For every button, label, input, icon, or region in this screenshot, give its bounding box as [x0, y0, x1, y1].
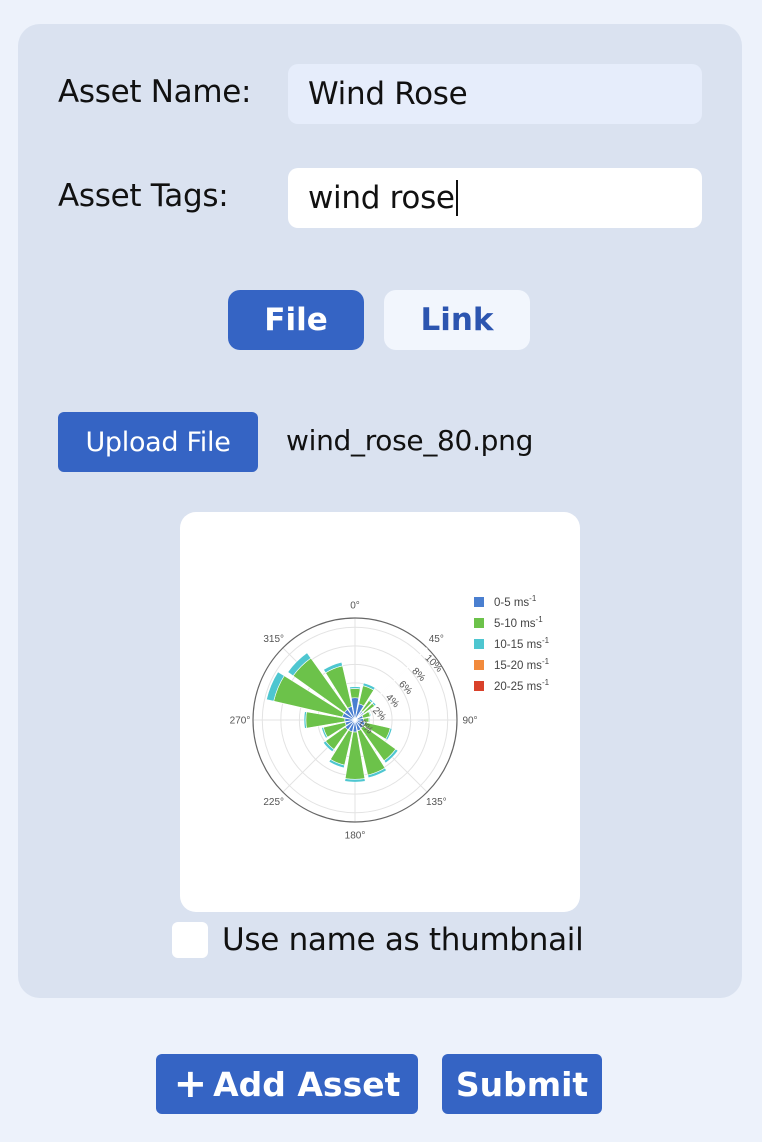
legend-label: 20-25 ms-1: [494, 678, 550, 693]
asset-name-value: Wind Rose: [308, 76, 468, 112]
wind-rose-bar: [349, 686, 361, 690]
link-toggle-button[interactable]: Link: [384, 290, 530, 350]
add-asset-button[interactable]: + Add Asset: [156, 1054, 418, 1114]
use-name-thumbnail-checkbox[interactable]: [172, 922, 208, 958]
use-name-thumbnail-label: Use name as thumbnail: [222, 922, 584, 958]
upload-file-button[interactable]: Upload File: [58, 412, 258, 472]
legend-swatch: [474, 597, 484, 607]
asset-form-card: Asset Name: Wind Rose Asset Tags: wind r…: [18, 24, 742, 998]
legend-label: 10-15 ms-1: [494, 636, 550, 651]
legend-label: 15-20 ms-1: [494, 657, 550, 672]
submit-button[interactable]: Submit: [442, 1054, 602, 1114]
legend-label: 5-10 ms-1: [494, 615, 543, 630]
radial-tick-label: 6%: [396, 679, 414, 697]
asset-tags-value: wind rose: [308, 180, 455, 216]
wind-rose-bar: [344, 778, 366, 783]
radial-tick-label: 2%: [370, 705, 388, 723]
angle-tick-label: 270°: [230, 716, 251, 727]
angle-tick-label: 135°: [426, 797, 447, 808]
wind-rose-bar: [303, 711, 307, 729]
image-preview: 0% 2% 4% 6% 8% 10% 0° 45° 90° 135° 180° 225° 270° 315…: [180, 512, 580, 912]
legend-swatch: [474, 681, 484, 691]
legend-swatch: [474, 639, 484, 649]
angle-tick-label: 0°: [350, 601, 360, 612]
angle-tick-label: 225°: [263, 797, 284, 808]
legend-swatch: [474, 618, 484, 628]
text-caret: [455, 180, 458, 216]
asset-name-input[interactable]: Wind Rose: [288, 64, 702, 124]
legend-swatch: [474, 660, 484, 670]
angle-tick-label: 90°: [462, 716, 477, 727]
add-asset-label: Add Asset: [213, 1064, 401, 1104]
radial-tick-label: 8%: [409, 666, 427, 684]
file-toggle-button[interactable]: File: [228, 290, 364, 350]
legend-label: 0-5 ms-1: [494, 594, 537, 609]
radial-tick-label: 4%: [383, 692, 401, 710]
asset-tags-label: Asset Tags:: [58, 178, 229, 214]
angle-tick-label: 315°: [263, 634, 284, 645]
wind-rose-chart: 0%2%4%6%8%10%0°45°90°135°180°225°270°315…: [230, 594, 550, 842]
asset-name-label: Asset Name:: [58, 74, 252, 110]
radial-tick-label: 10%: [422, 653, 444, 675]
plus-icon: +: [173, 1061, 208, 1107]
wind-rose-bar: [349, 688, 361, 699]
uploaded-file-name: wind_rose_80.png: [286, 424, 534, 457]
asset-tags-input[interactable]: wind rose: [288, 168, 702, 228]
angle-tick-label: 180°: [345, 831, 366, 842]
angle-tick-label: 45°: [429, 634, 444, 645]
